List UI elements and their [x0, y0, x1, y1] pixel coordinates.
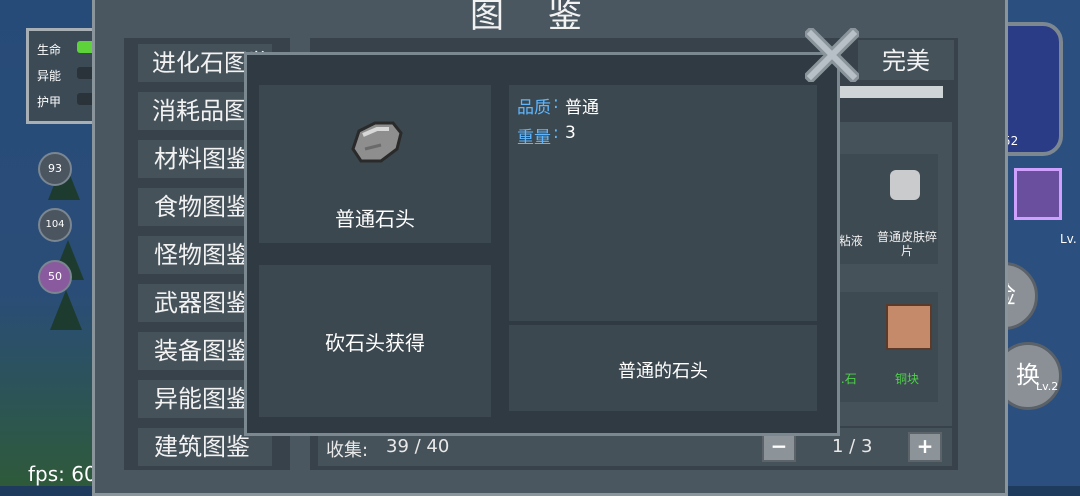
quality-value: 普通	[565, 98, 599, 118]
weight-value: 3	[565, 123, 576, 143]
buff-bubble: 93	[38, 152, 72, 186]
item-description: 普通的石头	[618, 361, 708, 382]
obtain-box: 砍石头获得	[259, 265, 491, 417]
item-slot[interactable]: 普通皮肤碎片	[876, 154, 938, 264]
page-indicator: 1 / 3	[832, 436, 873, 457]
item-name: 普通皮肤碎片	[876, 230, 937, 258]
fps-counter: fps: 60	[28, 462, 97, 486]
colon: :	[553, 93, 559, 113]
item-stats-box: 品质 : 普通 重量 : 3	[509, 85, 817, 321]
prev-page-button[interactable]: −	[762, 432, 796, 462]
tab-perfect[interactable]: 完美	[858, 40, 954, 80]
level-label-2: Lv.2	[1036, 380, 1059, 393]
map-scroll-icon[interactable]	[1014, 168, 1062, 220]
copper-block-icon	[886, 304, 932, 350]
obtain-text: 砍石头获得	[325, 331, 425, 355]
energy-label: 异能	[37, 69, 62, 83]
item-name: 铜块	[894, 372, 919, 386]
close-icon[interactable]	[805, 28, 859, 82]
skin-shard-icon	[890, 170, 920, 200]
pine-tree-icon	[50, 290, 82, 330]
collected-label: 收集:	[326, 440, 369, 461]
item-name-title: 普通石头	[335, 207, 415, 231]
collection-progress-bar	[830, 86, 943, 98]
next-page-button[interactable]: +	[908, 432, 942, 462]
item-detail-popup: 普通石头 砍石头获得 品质 : 普通 重量 : 3 普通的石头	[244, 52, 840, 436]
collected-value: 39 / 40	[386, 436, 450, 457]
armor-label: 护甲	[37, 95, 62, 109]
description-box: 普通的石头	[509, 325, 817, 411]
buff-bubble: 104	[38, 208, 72, 242]
level-label: Lv.	[1060, 232, 1077, 246]
quality-label: 品质	[517, 98, 551, 118]
stone-icon	[351, 121, 403, 163]
item-slot[interactable]: 铜块	[876, 292, 938, 402]
item-preview-box: 普通石头	[259, 85, 491, 243]
buff-bubble: 50	[38, 260, 72, 294]
life-label: 生命	[37, 43, 62, 57]
weight-label: 重量	[517, 128, 551, 148]
colon: :	[553, 123, 559, 143]
window-title: 图鉴	[470, 0, 626, 36]
